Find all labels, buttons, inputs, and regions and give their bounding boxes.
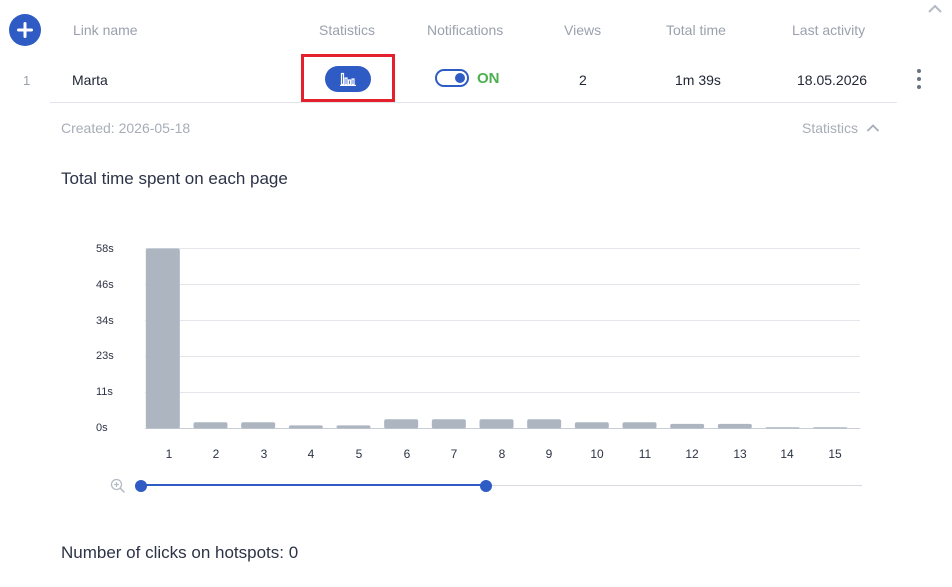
bar[interactable] (479, 419, 514, 429)
bar[interactable] (431, 419, 466, 429)
bar[interactable] (241, 422, 276, 429)
zoom-handle-start[interactable] (135, 480, 147, 492)
zoom-icon (110, 478, 126, 494)
bar[interactable] (717, 423, 752, 429)
bar[interactable] (574, 422, 609, 429)
bar[interactable] (145, 248, 180, 429)
bar-chart (145, 248, 860, 429)
hotspot-clicks-title: Number of clicks on hotspots: 0 (61, 543, 299, 562)
zoom-slider-range (141, 484, 486, 486)
zoom-handle-end[interactable] (480, 480, 492, 492)
bar[interactable] (622, 422, 657, 429)
bar[interactable] (193, 422, 228, 429)
bar[interactable] (288, 425, 323, 429)
bar[interactable] (670, 423, 705, 429)
bar[interactable] (527, 419, 562, 429)
bar[interactable] (813, 427, 848, 429)
bar[interactable] (336, 425, 371, 429)
bar[interactable] (384, 419, 419, 429)
bar[interactable] (765, 427, 800, 429)
